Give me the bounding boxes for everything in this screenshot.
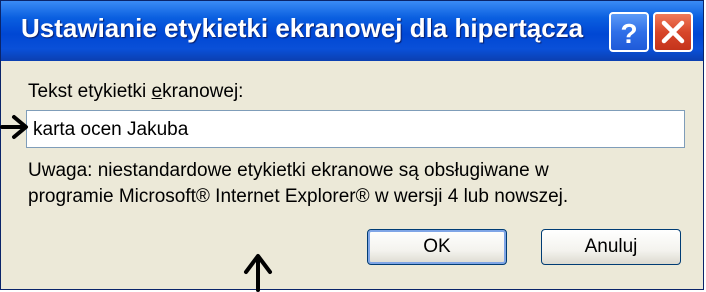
help-icon: ? (620, 18, 637, 49)
help-button[interactable]: ? (609, 12, 649, 52)
note-text: Uwaga: niestandardowe etykietki ekranowe… (28, 158, 688, 210)
dialog-title: Ustawianie etykietki ekranowej dla hiper… (21, 13, 584, 43)
title-bar[interactable]: Ustawianie etykietki ekranowej dla hiper… (1, 1, 703, 61)
close-button[interactable] (653, 12, 693, 52)
screen-tip-input[interactable]: karta ocen Jakuba (26, 110, 685, 148)
arrow-up-icon (244, 254, 272, 292)
arrow-right-icon (0, 115, 28, 139)
close-icon (661, 20, 685, 44)
label-accelerator: e (151, 81, 163, 102)
svg-text:?: ? (620, 18, 637, 49)
note-line-1: Uwaga: niestandardowe etykietki ekranowe… (28, 160, 549, 181)
screen-tip-dialog: Ustawianie etykietki ekranowej dla hiper… (0, 0, 704, 290)
ok-button[interactable]: OK (367, 229, 507, 265)
cancel-button[interactable]: Anuluj (541, 229, 681, 265)
screen-tip-label: Tekst etykietki ekranowej: (28, 81, 244, 102)
note-line-2: programie Microsoft® Internet Explorer® … (28, 186, 569, 207)
